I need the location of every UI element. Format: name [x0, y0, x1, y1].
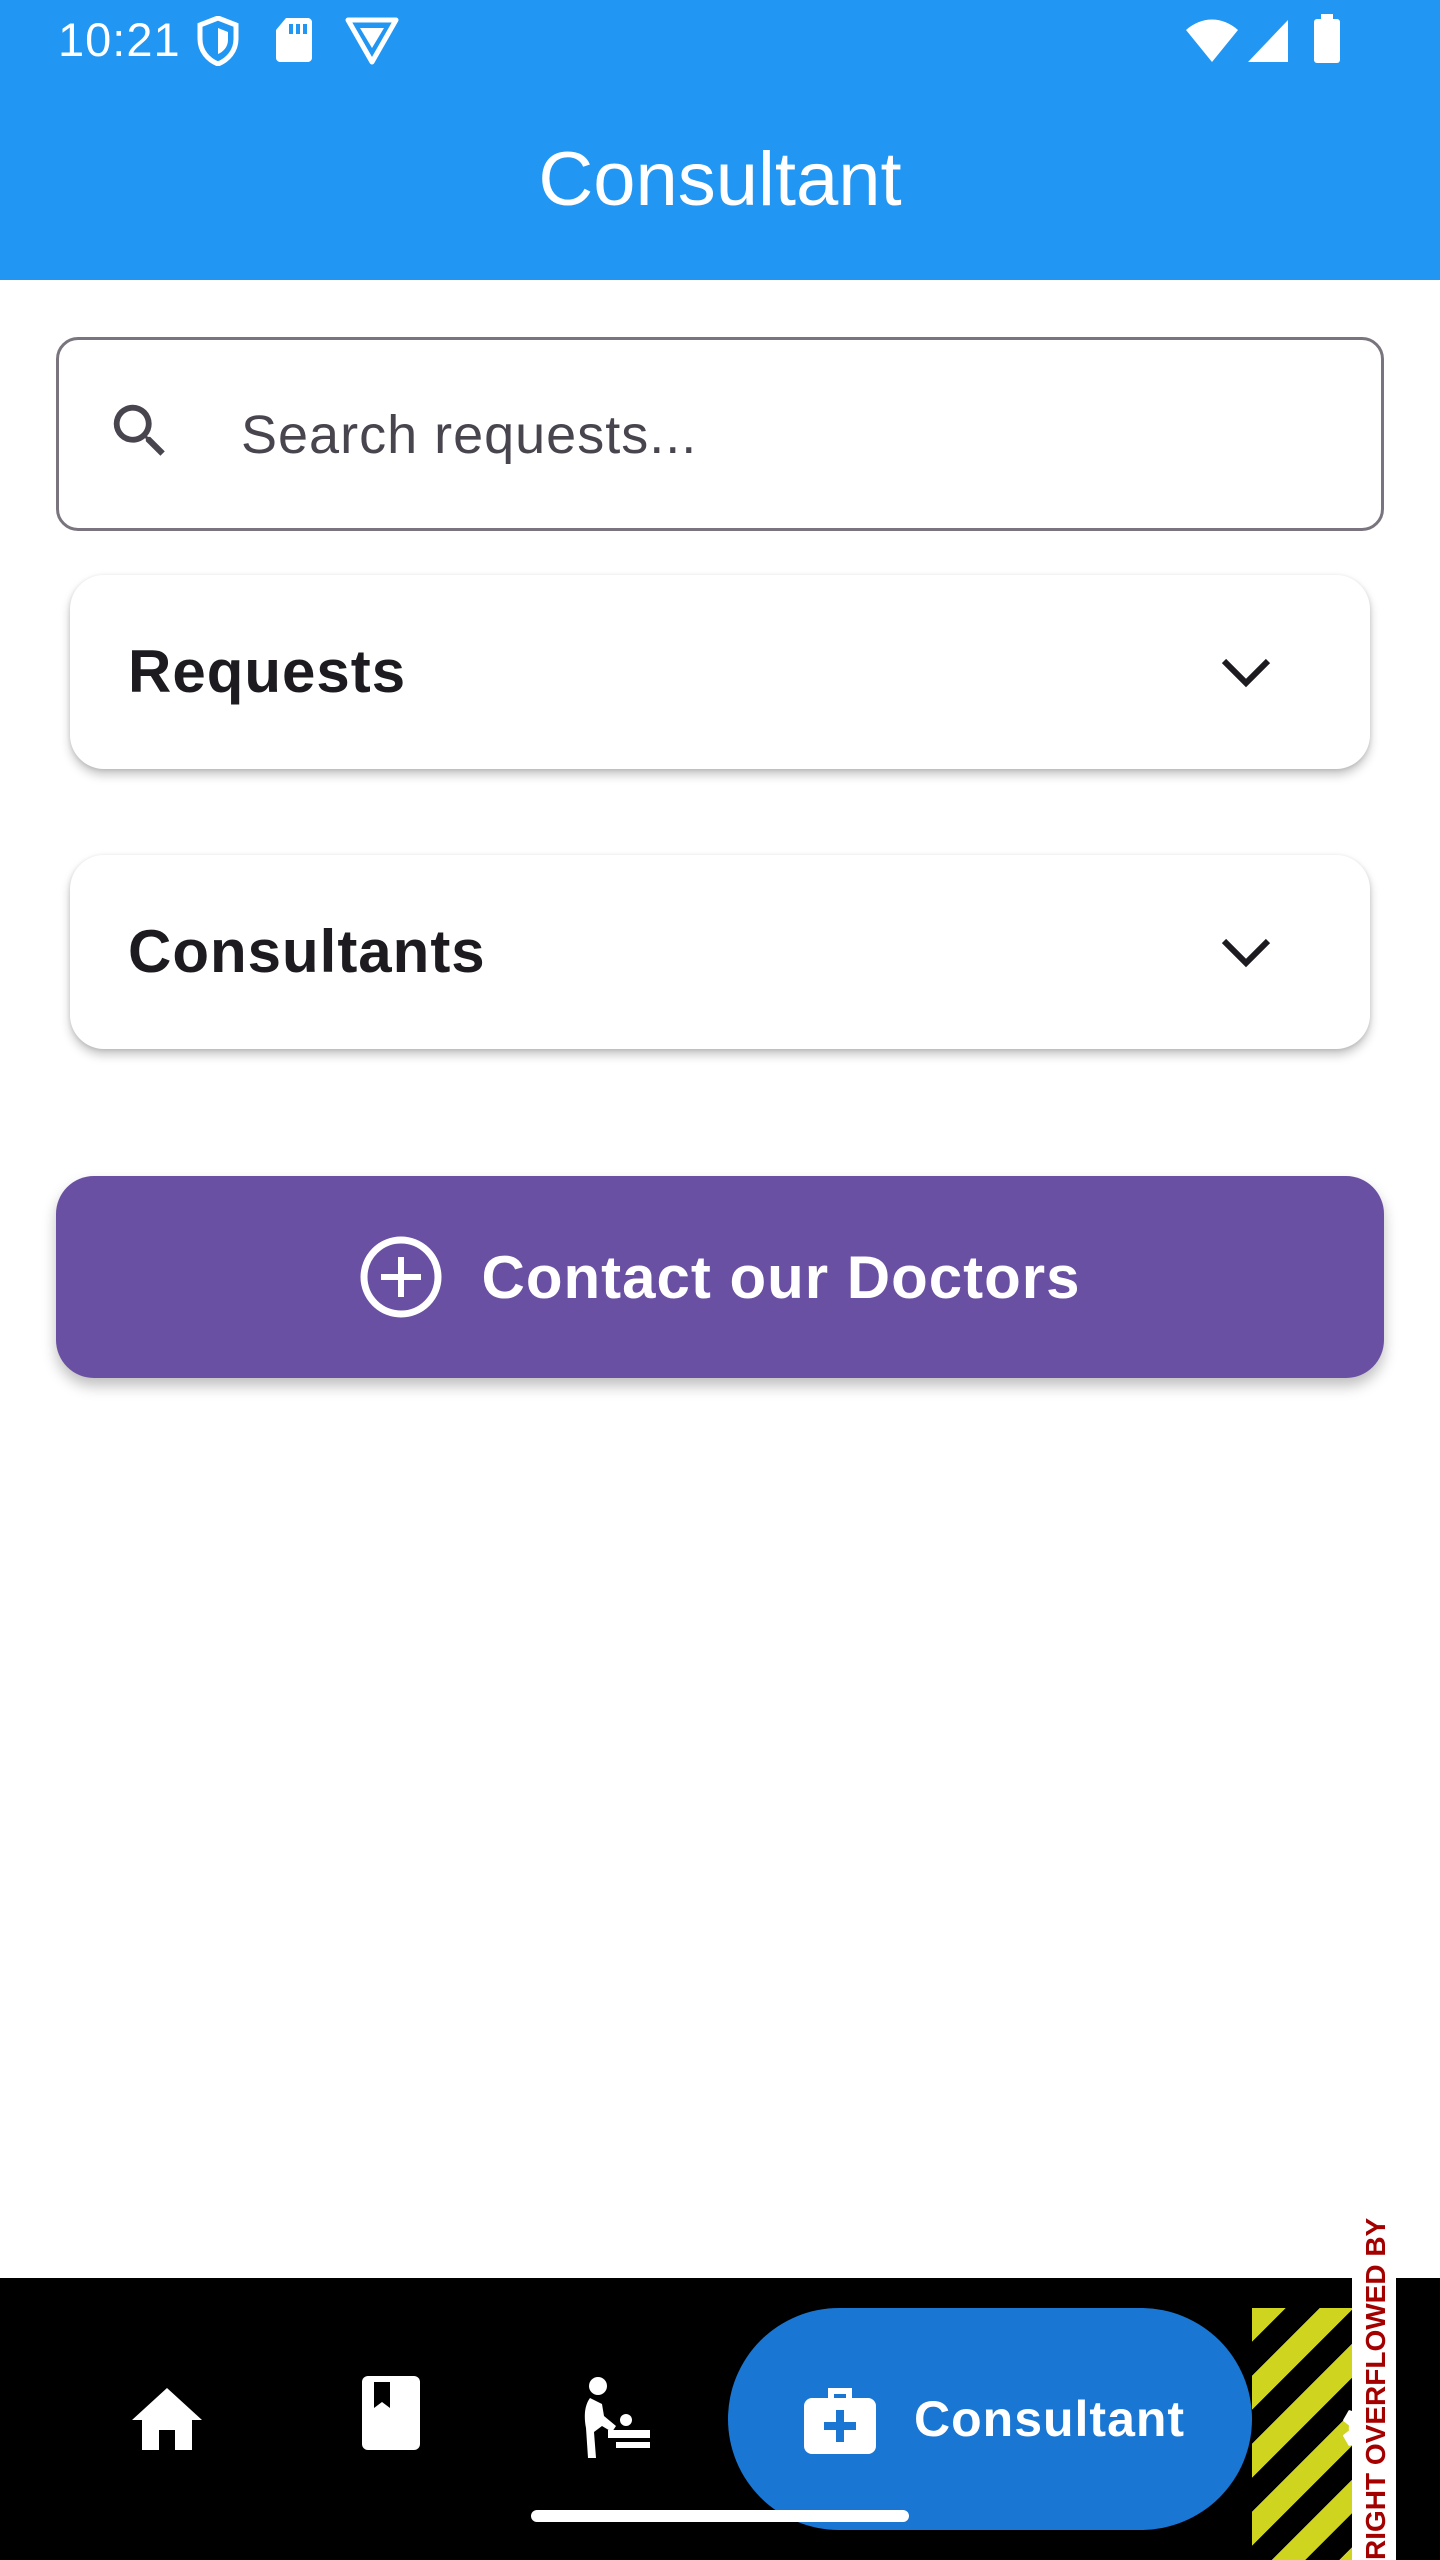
vpn-badge-icon — [345, 17, 399, 65]
add-circle-outline-icon — [360, 1236, 442, 1318]
baby-changing-icon[interactable] — [578, 2376, 652, 2458]
wifi-icon — [1186, 19, 1238, 62]
book-icon[interactable] — [362, 2376, 420, 2450]
chevron-down-icon[interactable] — [1218, 651, 1274, 691]
battery-icon — [1314, 14, 1340, 63]
contact-doctors-button[interactable]: Contact our Doctors — [56, 1176, 1384, 1378]
page-title: Consultant — [538, 137, 902, 222]
search-input[interactable] — [239, 380, 1339, 490]
chevron-down-icon[interactable] — [1218, 931, 1274, 971]
overflow-warning-text: RIGHT OVERFLOWED BY 27 PIXELS — [1360, 2210, 1391, 2560]
search-field[interactable] — [56, 337, 1384, 531]
nav-tab-consultant-label: Consultant — [914, 2391, 1186, 2447]
medical-bag-icon — [804, 2388, 876, 2454]
sd-card-icon — [276, 18, 312, 62]
requests-section-title: Requests — [128, 638, 407, 705]
status-bar: 10:21 — [0, 0, 1440, 84]
status-time: 10:21 — [58, 13, 181, 66]
consultants-section[interactable]: Consultants — [70, 855, 1370, 1049]
contact-doctors-label: Contact our Doctors — [481, 1243, 1081, 1311]
requests-section[interactable]: Requests — [70, 575, 1370, 769]
home-icon[interactable] — [130, 2386, 204, 2452]
consultants-section-title: Consultants — [128, 918, 486, 985]
shield-icon — [197, 16, 239, 66]
search-icon — [113, 404, 165, 456]
nav-tab-consultant[interactable]: Consultant — [728, 2308, 1252, 2530]
home-indicator[interactable] — [531, 2510, 909, 2522]
app-bar: 10:21 Consultant — [0, 0, 1440, 280]
cell-signal-icon — [1248, 20, 1288, 62]
